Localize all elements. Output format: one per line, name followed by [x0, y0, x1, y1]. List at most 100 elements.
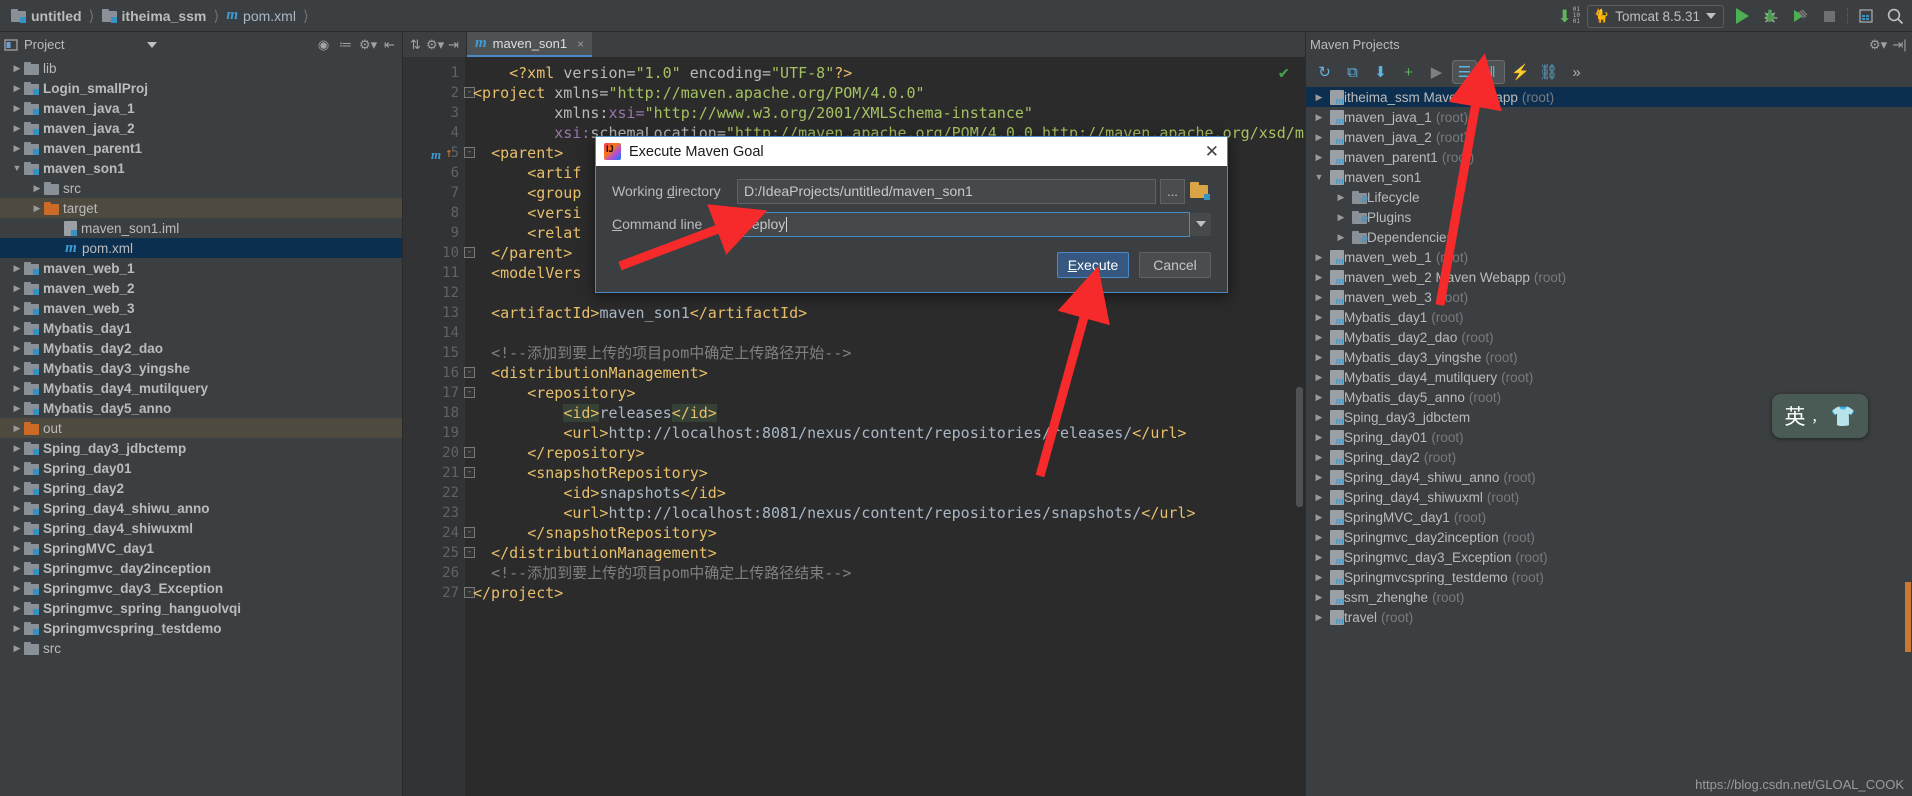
- maven-tree-row[interactable]: Spring_day2(root): [1306, 447, 1912, 467]
- gutter-line-number[interactable]: 11: [403, 263, 465, 283]
- chevron-right-icon[interactable]: [10, 423, 24, 434]
- gutter-line-number[interactable]: 1: [403, 63, 465, 83]
- maven-projects-tree[interactable]: itheima_ssm Maven Webapp(root) maven_java…: [1306, 87, 1912, 796]
- project-tree-row[interactable]: maven_web_2: [0, 278, 402, 298]
- chevron-right-icon[interactable]: [10, 523, 24, 534]
- maven-tree-row[interactable]: Mybatis_day4_mutilquery(root): [1306, 367, 1912, 387]
- chevron-right-icon[interactable]: [10, 123, 24, 134]
- project-tree-row[interactable]: Springmvc_day3_Exception: [0, 578, 402, 598]
- project-tree[interactable]: lib Login_smallProj maven_java_1 maven_java…: [0, 57, 402, 796]
- chevron-right-icon[interactable]: [10, 103, 24, 114]
- chevron-down-icon[interactable]: [10, 163, 24, 173]
- command-line-dropdown-button[interactable]: [1190, 212, 1211, 236]
- maven-tree-row[interactable]: Mybatis_day3_yingshe(root): [1306, 347, 1912, 367]
- hide-panel-icon[interactable]: ⇥|: [1891, 37, 1908, 53]
- chevron-right-icon[interactable]: [10, 643, 24, 654]
- chevron-right-icon[interactable]: [1312, 412, 1326, 423]
- chevron-right-icon[interactable]: [1312, 252, 1326, 263]
- chevron-right-icon[interactable]: [1312, 572, 1326, 583]
- editor-scrollbar[interactable]: [1296, 387, 1303, 507]
- project-tree-row[interactable]: Mybatis_day4_mutilquery: [0, 378, 402, 398]
- close-icon[interactable]: ✕: [1205, 142, 1219, 162]
- chevron-right-icon[interactable]: [10, 583, 24, 594]
- chevron-down-icon[interactable]: [1312, 172, 1326, 182]
- chevron-right-icon[interactable]: [10, 403, 24, 414]
- maven-tree-row[interactable]: ⚙Lifecycle: [1306, 187, 1912, 207]
- project-tree-row[interactable]: Springmvc_spring_hanguolvqi: [0, 598, 402, 618]
- maven-m-icon[interactable]: m: [431, 145, 441, 165]
- chevron-right-icon[interactable]: [30, 203, 44, 214]
- maven-tree-row[interactable]: Springmvc_day3_Exception(root): [1306, 547, 1912, 567]
- maven-tree-row[interactable]: maven_java_2(root): [1306, 127, 1912, 147]
- chevron-right-icon[interactable]: [10, 63, 24, 74]
- project-tree-row[interactable]: Mybatis_day5_anno: [0, 398, 402, 418]
- gutter-line-number[interactable]: 6: [403, 163, 465, 183]
- maven-tree-row[interactable]: ssm_zhenghe(root): [1306, 587, 1912, 607]
- settings-gear-icon[interactable]: ⚙▾: [426, 37, 444, 53]
- gutter-line-number[interactable]: 23: [403, 503, 465, 523]
- maven-tree-row[interactable]: Mybatis_day1(root): [1306, 307, 1912, 327]
- gutter-line-number[interactable]: 8: [403, 203, 465, 223]
- maven-tree-row[interactable]: Mybatis_day2_dao(root): [1306, 327, 1912, 347]
- chevron-right-icon[interactable]: [1312, 152, 1326, 163]
- settings-gear-icon[interactable]: ⚙▾: [1869, 37, 1887, 53]
- browse-button[interactable]: ...: [1160, 178, 1185, 204]
- project-tree-row[interactable]: Spring_day4_shiwu_anno: [0, 498, 402, 518]
- chevron-right-icon[interactable]: [1312, 452, 1326, 463]
- maven-tree-row[interactable]: travel(root): [1306, 607, 1912, 627]
- gutter-line-number[interactable]: 21-: [403, 463, 475, 483]
- run-configuration-selector[interactable]: 🐈 Tomcat 8.5.31: [1587, 4, 1724, 28]
- chevron-right-icon[interactable]: [1312, 472, 1326, 483]
- inspection-status-icon[interactable]: ✔: [1279, 63, 1289, 83]
- gutter-line-number[interactable]: 20-: [403, 443, 475, 463]
- breadcrumb-item-untitled[interactable]: untitled: [8, 8, 85, 24]
- project-tree-row[interactable]: src: [0, 638, 402, 658]
- maven-tree-row[interactable]: maven_web_1(root): [1306, 247, 1912, 267]
- project-tree-row[interactable]: Spring_day2: [0, 478, 402, 498]
- project-tree-row[interactable]: maven_java_2: [0, 118, 402, 138]
- command-line-input[interactable]: deploy: [737, 211, 1190, 237]
- gutter-line-number[interactable]: 26: [403, 563, 465, 583]
- chevron-right-icon[interactable]: [10, 563, 24, 574]
- gutter-line-number[interactable]: 9: [403, 223, 465, 243]
- chevron-right-icon[interactable]: [1312, 272, 1326, 283]
- download-sources-button[interactable]: ⬇: [1368, 60, 1393, 84]
- run-maven-build-button[interactable]: ▶: [1424, 60, 1449, 84]
- chevron-right-icon[interactable]: [1312, 492, 1326, 503]
- debug-button[interactable]: [1760, 5, 1782, 27]
- project-tree-row[interactable]: Sping_day3_jdbctemp: [0, 438, 402, 458]
- project-tree-row[interactable]: Mybatis_day2_dao: [0, 338, 402, 358]
- gutter-line-number[interactable]: 27-: [403, 583, 475, 603]
- chevron-right-icon[interactable]: [1312, 292, 1326, 303]
- maven-tree-row[interactable]: itheima_ssm Maven Webapp(root): [1306, 87, 1912, 107]
- gutter-line-number[interactable]: 5- m ↑: [403, 143, 475, 165]
- maven-tree-row[interactable]: Springmvcspring_testdemo(root): [1306, 567, 1912, 587]
- chevron-right-icon[interactable]: [10, 383, 24, 394]
- chevron-down-icon[interactable]: [147, 41, 158, 48]
- chevron-right-icon[interactable]: [1312, 312, 1326, 323]
- project-tree-row[interactable]: lib: [0, 58, 402, 78]
- chevron-right-icon[interactable]: [1312, 112, 1326, 123]
- maven-tree-row[interactable]: ⚙Dependencies: [1306, 227, 1912, 247]
- chevron-right-icon[interactable]: [1312, 332, 1326, 343]
- chevron-right-icon[interactable]: [10, 623, 24, 634]
- add-maven-project-button[interactable]: +: [1396, 60, 1421, 84]
- gutter-line-number[interactable]: 12: [403, 283, 465, 303]
- maven-tree-row[interactable]: maven_web_2 Maven Webapp(root): [1306, 267, 1912, 287]
- open-folder-icon[interactable]: [1189, 180, 1211, 202]
- chevron-right-icon[interactable]: [1334, 212, 1348, 223]
- chevron-right-icon[interactable]: [1312, 512, 1326, 523]
- chevron-right-icon[interactable]: [10, 303, 24, 314]
- chevron-right-icon[interactable]: [1312, 352, 1326, 363]
- chevron-right-icon[interactable]: [10, 603, 24, 614]
- gutter-line-number[interactable]: 10-: [403, 243, 475, 263]
- project-tree-row[interactable]: maven_java_1: [0, 98, 402, 118]
- gutter-line-number[interactable]: 13: [403, 303, 465, 323]
- maven-tree-row[interactable]: Springmvc_day2inception(root): [1306, 527, 1912, 547]
- hide-icon[interactable]: ⇤: [381, 37, 398, 53]
- execute-maven-goal-button[interactable]: ☰: [1452, 60, 1477, 84]
- project-tree-row[interactable]: Mybatis_day1: [0, 318, 402, 338]
- gutter-line-number[interactable]: 22: [403, 483, 465, 503]
- gutter-line-number[interactable]: 3: [403, 103, 465, 123]
- project-tree-row[interactable]: target: [0, 198, 402, 218]
